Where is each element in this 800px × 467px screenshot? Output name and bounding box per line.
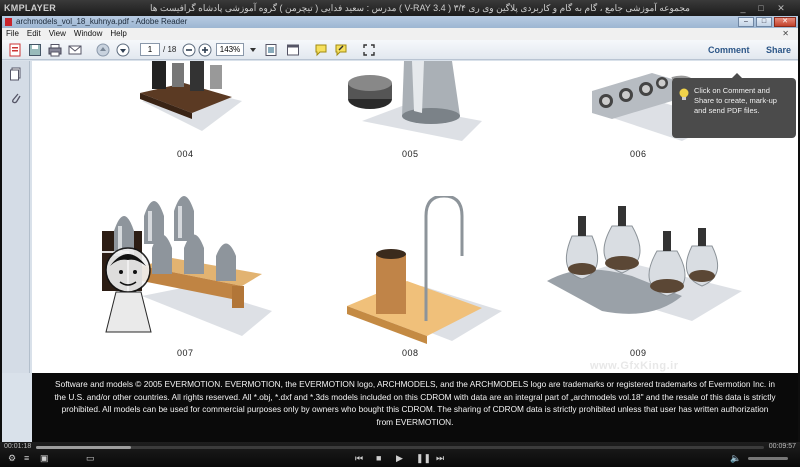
menu-view[interactable]: View	[45, 28, 70, 40]
menu-window[interactable]: Window	[70, 28, 106, 40]
lightbulb-icon	[679, 88, 689, 100]
volume-icon[interactable]: 🔈	[730, 453, 741, 463]
seek-bar[interactable]	[36, 446, 764, 449]
zoom-dropdown-icon[interactable]	[246, 43, 260, 57]
create-pdf-icon[interactable]	[8, 43, 22, 57]
menu-file[interactable]: File	[2, 28, 23, 40]
model-009-image	[547, 206, 742, 321]
model-label-004: 004	[177, 149, 194, 159]
stop-icon[interactable]: ■	[376, 453, 381, 463]
share-button[interactable]: Share	[766, 40, 791, 60]
highlight-icon[interactable]	[334, 43, 348, 57]
player-maximize-button[interactable]: □	[756, 3, 766, 13]
tooltip-arrow	[732, 73, 742, 78]
navigation-pane	[2, 61, 30, 373]
model-label-006: 006	[630, 149, 647, 159]
previous-icon[interactable]: ⏮	[355, 453, 363, 463]
next-page-icon[interactable]	[116, 43, 130, 57]
volume-slider[interactable]	[748, 457, 788, 460]
watermark-url: www.TeacherMan.ir	[46, 347, 121, 356]
attachments-icon[interactable]	[9, 91, 23, 105]
reader-close-button[interactable]: ✕	[774, 17, 796, 27]
player-minimize-button[interactable]: _	[738, 3, 748, 13]
full-screen-icon[interactable]	[362, 43, 376, 57]
model-label-009: 009	[630, 348, 647, 358]
subtitle-icon[interactable]: ▭	[86, 453, 95, 463]
zoom-level-select[interactable]: 143%	[216, 43, 244, 56]
comment-button[interactable]: Comment	[708, 40, 750, 60]
previous-page-icon[interactable]	[96, 43, 110, 57]
page-thumbnails-icon[interactable]	[9, 67, 23, 81]
reader-minimize-button[interactable]: –	[738, 17, 754, 27]
settings-icon[interactable]: ⚙	[8, 453, 16, 463]
model-005-image	[348, 61, 482, 141]
model-004-image	[140, 61, 242, 131]
play-icon[interactable]: ▶	[396, 453, 403, 463]
model-008-image	[347, 196, 502, 344]
fit-page-icon[interactable]	[264, 43, 278, 57]
page-number-input[interactable]: 1	[140, 43, 160, 56]
reader-window: archmodels_vol_18_kuhnya.pdf - Adobe Rea…	[2, 16, 798, 442]
model-label-008: 008	[402, 348, 419, 358]
watermark-subtitle: Teacher Man	[44, 295, 90, 304]
reader-window-title: archmodels_vol_18_kuhnya.pdf - Adobe Rea…	[16, 17, 188, 26]
save-icon[interactable]	[28, 43, 42, 57]
capture-icon[interactable]: ▣	[40, 453, 49, 463]
comment-share-tooltip: Click on Comment and Share to create, ma…	[672, 73, 796, 138]
zoom-in-icon[interactable]	[198, 43, 212, 57]
email-icon[interactable]	[68, 43, 82, 57]
menu-edit[interactable]: Edit	[23, 28, 45, 40]
toolbar: 1 / 18 143% Comment Share	[2, 40, 798, 60]
pause-icon[interactable]: ❚❚	[416, 453, 431, 463]
next-icon[interactable]: ⏭	[436, 453, 444, 463]
teacherman-watermark-logo: تیچرمن Teacher Man www.TeacherMan.ir	[37, 247, 152, 356]
document-close-icon[interactable]: ✕	[778, 28, 793, 40]
reader-title-bar: archmodels_vol_18_kuhnya.pdf - Adobe Rea…	[2, 16, 798, 28]
model-label-005: 005	[402, 149, 419, 159]
kmplayer-window: KMPLAYER مجموعه آموزشی جامع ، گام به گام…	[0, 0, 800, 467]
time-elapsed: 00:01:18	[4, 443, 32, 450]
time-total: 00:09:57	[768, 443, 796, 450]
zoom-out-icon[interactable]	[182, 43, 196, 57]
read-mode-icon[interactable]	[286, 43, 300, 57]
copyright-notice: Software and models © 2005 EVERMOTION. E…	[32, 373, 798, 442]
player-controls: 00:01:18 00:09:57 ⚙ ≡ ▣ ▭ ⏮ ■ ▶ ❚❚ ⏭ 🔈	[0, 442, 800, 467]
watermark-url-2: www.GfxKing.ir	[590, 360, 679, 372]
player-title-bar: KMPLAYER مجموعه آموزشی جامع ، گام به گام…	[0, 0, 800, 16]
player-logo[interactable]: KMPLAYER	[4, 0, 56, 16]
reader-maximize-button[interactable]: □	[756, 17, 772, 27]
watermark-brand: تیچرمن	[46, 273, 93, 288]
player-close-button[interactable]: ✕	[776, 3, 786, 13]
menu-bar: File Edit View Window Help ✕	[2, 28, 798, 40]
tooltip-text: Click on Comment and Share to create, ma…	[694, 86, 777, 115]
playlist-icon[interactable]: ≡	[24, 453, 29, 463]
seek-progress	[36, 446, 131, 449]
player-caption: مجموعه آموزشی جامع ، گام به گام و کاربرد…	[150, 3, 690, 13]
page-total: / 18	[163, 45, 177, 54]
menu-help[interactable]: Help	[106, 28, 130, 40]
print-icon[interactable]	[48, 43, 62, 57]
sticky-note-icon[interactable]	[314, 43, 328, 57]
pdf-icon	[5, 18, 12, 26]
